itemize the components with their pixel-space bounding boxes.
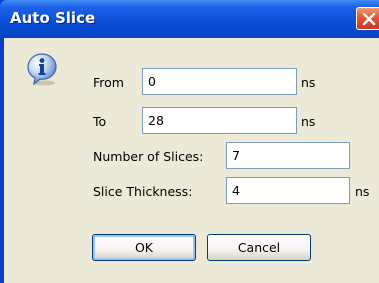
num-slices-label: Number of Slices: xyxy=(93,149,204,164)
thickness-unit: ns xyxy=(355,184,370,199)
auto-slice-dialog: Auto Slice From 0 ns To 28 ns Number of … xyxy=(0,0,379,283)
to-input[interactable]: 28 xyxy=(142,107,297,134)
thickness-label: Slice Thickness: xyxy=(93,184,193,199)
num-slices-input[interactable]: 7 xyxy=(226,142,350,169)
info-icon xyxy=(27,53,57,86)
ok-button[interactable]: OK xyxy=(92,234,196,261)
dialog-body: From 0 ns To 28 ns Number of Slices: 7 S… xyxy=(4,38,379,283)
close-button[interactable] xyxy=(356,7,379,30)
to-unit: ns xyxy=(301,114,316,129)
from-label: From xyxy=(93,75,124,90)
close-icon xyxy=(362,12,376,26)
dialog-title: Auto Slice xyxy=(10,9,96,27)
cancel-button[interactable]: Cancel xyxy=(207,234,311,261)
thickness-input[interactable]: 4 xyxy=(226,177,350,204)
from-input[interactable]: 0 xyxy=(142,68,297,95)
from-unit: ns xyxy=(301,75,316,90)
to-label: To xyxy=(93,114,107,129)
title-bar[interactable]: Auto Slice xyxy=(0,0,379,38)
